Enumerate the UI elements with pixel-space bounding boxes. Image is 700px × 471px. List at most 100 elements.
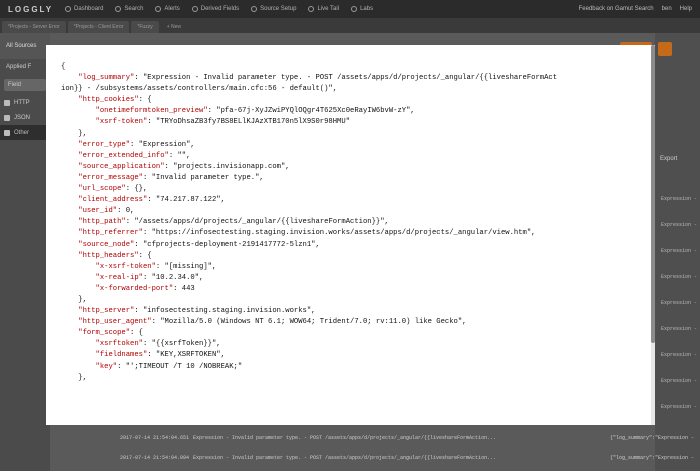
log-timestamp: 2017-07-14 21:54:04.094 [120, 455, 190, 461]
log-message: Expression - Invalid parameter type. - P… [193, 435, 497, 441]
nav-search[interactable]: Search [115, 6, 143, 12]
json-text: { [61, 63, 66, 71]
json-line: "http_cookies": { [61, 95, 655, 106]
sidebar: All Sources Applied F Field HTTP JSON Ot… [0, 33, 50, 471]
json-text [61, 196, 78, 204]
save-search-button[interactable] [658, 42, 672, 56]
log-message: Expression - Invalid parameter type. - P… [193, 455, 497, 461]
json-text: : "https://infosectesting.staging.invisi… [142, 229, 536, 238]
json-key: "key" [95, 362, 118, 371]
json-text: : 0, [117, 207, 135, 216]
json-text [61, 285, 96, 293]
tab-server-error[interactable]: *Projects - Server Error [2, 21, 66, 33]
checkbox-icon [4, 129, 10, 136]
json-text: : "10.2.34.0", [142, 273, 204, 282]
saved-search-tabs: *Projects - Server Error *Projects - Cli… [0, 18, 700, 33]
table-row[interactable]: 2017-07-14 21:54:04.094 Expression - Inv… [50, 448, 700, 468]
json-text [61, 351, 96, 359]
feedback-link[interactable]: Feedback on Gamut Search [579, 6, 654, 12]
result-snippet: Expression - [661, 274, 698, 280]
json-text: : { [138, 251, 152, 260]
modal-scrollbar-thumb[interactable] [651, 45, 655, 343]
fields-icon [191, 6, 198, 12]
json-line: "http_referrer": "https://infosectesting… [61, 228, 655, 239]
json-text: }, [61, 295, 87, 304]
top-nav: LOGGLY Dashboard Search Alerts Derived F… [0, 0, 700, 18]
json-key: "url_scope" [78, 185, 126, 194]
nav-dashboard[interactable]: Dashboard [65, 6, 103, 12]
json-key: "form_scope" [78, 329, 131, 338]
event-detail-modal[interactable]: { "log_summary": "Expression - Invalid p… [46, 45, 655, 425]
log-json: {"log_summary":"Expression - [609, 435, 694, 441]
json-key: "log_summary" [78, 74, 135, 83]
json-text: : "KEY,XSRFTOKEN", [147, 351, 225, 360]
json-text [61, 118, 96, 126]
nav-derived-fields[interactable]: Derived Fields [191, 6, 239, 12]
json-text: : "infosectesting.staging.invision.works… [134, 307, 316, 316]
json-key: "x-forwarded-port" [95, 284, 174, 293]
json-text: : "cfprojects-deployment-2191417772-5lzn… [134, 240, 320, 249]
table-row[interactable]: 2017-07-14 21:54:04.651 Expression - Inv… [50, 428, 700, 448]
json-text: : "TRYoDhsaZB3fy7BS8ELlKJAzXTB170n5lX9S0… [147, 118, 351, 127]
json-text: : "';TIMEOUT /T 10 /NOBREAK;" [117, 362, 243, 371]
json-key: "http_referrer" [78, 229, 143, 238]
result-snippet: Expression - [661, 300, 698, 306]
tab-fuzzy[interactable]: *Fuzzy [131, 21, 159, 33]
nav-live-tail[interactable]: Live Tail [308, 6, 339, 12]
json-text [61, 207, 78, 215]
json-key: "http_server" [78, 307, 135, 316]
nav-source-setup[interactable]: Source Setup [251, 6, 296, 12]
result-snippet: Expression - [661, 196, 698, 202]
json-text: : "Invalid parameter type.", [142, 173, 264, 182]
user-menu[interactable]: ben [662, 6, 672, 12]
all-sources-dropdown[interactable]: All Sources [0, 33, 50, 59]
json-key: "http_cookies" [78, 96, 139, 105]
json-key: "onetimeformtoken_preview" [95, 107, 208, 116]
json-text: : "{{xsrfToken}}", [142, 340, 221, 349]
export-button[interactable]: Export [660, 156, 677, 162]
json-text [61, 307, 78, 315]
search-icon [115, 6, 122, 12]
bell-icon [155, 6, 162, 12]
log-timestamp: 2017-07-14 21:54:04.651 [120, 435, 190, 441]
json-line: "source_application": "projects.invision… [61, 162, 655, 173]
json-text: : "/assets/apps/d/projects/_angular/{{li… [125, 218, 389, 227]
json-text [61, 152, 78, 160]
json-text [61, 229, 78, 237]
loggly-logo[interactable]: LOGGLY [8, 5, 53, 14]
json-line: "error_message": "Invalid parameter type… [61, 173, 655, 184]
json-line: "http_path": "/assets/apps/d/projects/_a… [61, 217, 655, 228]
json-text [61, 274, 96, 282]
sidebar-item-json[interactable]: JSON [0, 110, 50, 125]
labs-icon [351, 6, 358, 12]
new-tab-button[interactable]: + New [161, 21, 187, 33]
json-line: "http_user_agent": "Mozilla/5.0 (Windows… [61, 317, 655, 328]
event-json-view: { "log_summary": "Expression - Invalid p… [46, 45, 655, 384]
json-text [61, 340, 96, 348]
json-text [61, 141, 78, 149]
sidebar-item-http[interactable]: HTTP [0, 95, 50, 110]
sidebar-item-other[interactable]: Other [0, 125, 50, 140]
checkbox-icon [4, 99, 10, 106]
json-text: : { [138, 96, 152, 105]
json-line: "user_id": 0, [61, 206, 655, 217]
result-snippet: Expression - [661, 222, 698, 228]
json-line: }, [61, 295, 655, 306]
json-line: "http_server": "infosectesting.staging.i… [61, 306, 655, 317]
json-text: }, [61, 373, 87, 382]
result-snippet: Expression - [661, 326, 698, 332]
json-key: "error_message" [78, 173, 143, 182]
result-snippet: Expression - [661, 378, 698, 384]
json-text [61, 241, 78, 249]
json-key: "user_id" [78, 207, 118, 216]
json-key: "source_node" [78, 240, 135, 249]
nav-labs[interactable]: Labs [351, 6, 373, 12]
live-tail-icon [308, 6, 315, 12]
nav-alerts[interactable]: Alerts [155, 6, 180, 12]
json-line: "onetimeformtoken_preview": "pfa-67j-XyJ… [61, 106, 655, 117]
json-line: "x-real-ip": "10.2.34.0", [61, 273, 655, 284]
tab-client-error[interactable]: *Projects - Client Error [67, 21, 130, 33]
json-text: : "Expression - Invalid parameter type. … [134, 74, 558, 83]
field-search-input[interactable]: Field [4, 79, 46, 91]
help-link[interactable]: Help [680, 6, 692, 12]
